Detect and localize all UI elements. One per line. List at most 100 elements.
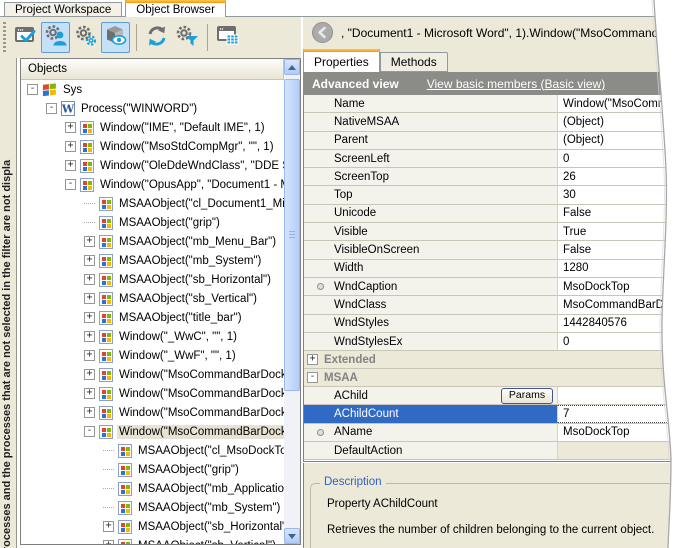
property-row[interactable]: Parent(Object) [304,132,687,150]
tree-item-label[interactable]: MSAAObject("cl_Document1_Micr [117,197,284,211]
tab-properties[interactable]: Properties [303,49,380,72]
expand-toggle-icon[interactable]: + [84,350,95,361]
property-value-cell[interactable]: (Object) [557,113,687,130]
filter-button[interactable] [172,22,201,53]
tree-item[interactable]: - Window("MsoCommandBarDock", " [21,422,284,441]
property-row[interactable]: NativeMSAA(Object) [304,113,687,131]
property-row[interactable]: NameWindow("MsoComm [304,95,687,113]
tree-item[interactable]: MSAAObject("mb_Application" [21,479,284,498]
collapse-toggle-icon[interactable]: - [307,372,318,383]
collapse-toggle-icon[interactable]: - [27,84,38,95]
property-name-cell[interactable]: VisibleOnScreen [304,241,557,258]
tree-item[interactable]: MSAAObject("mb_System") [21,498,284,517]
property-row[interactable]: AChildParams [304,387,687,405]
tree-item-label[interactable]: Window("MsoCommandBarDock", " [117,425,284,439]
tab-object-browser[interactable]: Object Browser [125,0,226,17]
property-row[interactable]: WndClassMsoCommandBarDock [304,296,687,314]
property-value-cell[interactable]: False [557,241,687,258]
property-row[interactable]: VisibleTrue [304,223,687,241]
toolbar-gripper[interactable] [3,22,6,53]
tree-item-label[interactable]: Window("_WwF", "", 1) [117,349,238,363]
property-row[interactable]: ScreenLeft0 [304,150,687,168]
property-row[interactable]: DefaultAction [304,442,687,460]
property-value-cell[interactable]: MsoCommandBarDock [557,296,687,313]
tree-item-label[interactable]: MSAAObject("grip") [117,216,222,230]
tree-item-label[interactable]: Window("OleDdeWndClass", "DDE Ser [98,159,284,173]
expand-toggle-icon[interactable]: + [84,369,95,380]
expand-toggle-icon[interactable]: + [84,293,95,304]
tree-item[interactable]: + MSAAObject("title_bar") [21,308,284,327]
tree-item-label[interactable]: MSAAObject("mb_Application" [136,482,284,496]
property-name-cell[interactable]: ScreenLeft [304,150,557,167]
scroll-up-arrow-icon[interactable] [284,59,300,75]
property-row[interactable]: Width1280 [304,260,687,278]
property-row[interactable]: WndCaptionMsoDockTop [304,278,687,296]
property-name-cell[interactable]: WndStyles [304,315,557,332]
property-row[interactable]: ScreenTop26 [304,168,687,186]
collapse-toggle-icon[interactable]: - [84,426,95,437]
scroll-down-arrow-icon[interactable] [284,528,300,544]
expand-toggle-icon[interactable]: + [65,160,76,171]
expand-toggle-icon[interactable]: + [84,274,95,285]
property-name-cell[interactable]: DefaultAction [304,442,557,459]
expand-toggle-icon[interactable]: + [84,388,95,399]
expand-toggle-icon[interactable]: + [307,354,318,365]
expand-toggle-icon[interactable]: + [84,331,95,342]
property-row[interactable]: WndStyles1442840576 [304,315,687,333]
expand-toggle-icon[interactable]: + [65,122,76,133]
property-name-cell[interactable]: Width [304,260,557,277]
windows-view-button[interactable] [213,22,242,53]
back-button[interactable] [312,22,333,43]
user-processes-button[interactable] [41,22,70,53]
tree-item[interactable]: +MSAAObject("sb_Vertical") [21,289,284,308]
property-value-cell[interactable]: 1280 [557,260,687,277]
tab-project-workspace[interactable]: Project Workspace [4,2,122,17]
tree-item[interactable]: -Sys [21,80,284,99]
property-row[interactable]: WndStylesEx0 [304,333,687,351]
property-group-row[interactable]: +Extended [304,351,687,369]
track-objects-button[interactable] [11,22,40,53]
property-row[interactable]: AChildCount7 [304,405,687,423]
tree-item[interactable]: + Window("IME", "Default IME", 1) [21,118,284,137]
tree-item[interactable]: MSAAObject("cl_Document1_Micr [21,194,284,213]
tree-item-label[interactable]: Window("MsoCommandBarDock", " [117,387,284,401]
property-name-cell[interactable]: AChildParams [304,387,557,404]
property-row[interactable]: Top30 [304,186,687,204]
tree-item-label[interactable]: MSAAObject("title_bar") [117,311,244,325]
property-name-cell[interactable]: WndStylesEx [304,333,557,350]
property-value-cell[interactable]: 7 [557,405,687,422]
property-name-cell[interactable]: Parent [304,132,557,149]
tree-item[interactable]: +Window("MsoStdCompMgr", "", 1) [21,137,284,156]
tree-item-label[interactable]: MSAAObject("sb_Vertical") [136,539,278,545]
property-row[interactable]: UnicodeFalse [304,205,687,223]
system-processes-button[interactable] [71,22,100,53]
tree-item[interactable]: + MSAAObject("sb_Horizontal") [21,517,284,536]
tree-item-label[interactable]: MSAAObject("sb_Horizontal") [136,520,284,534]
expand-toggle-icon[interactable]: + [84,312,95,323]
tree-item[interactable]: +MSAAObject("mb_System") [21,251,284,270]
refresh-button[interactable] [142,22,171,53]
property-name-cell[interactable]: WndCaption [304,278,557,295]
property-value-cell[interactable] [557,442,687,459]
tree-item-label[interactable]: Window("_WwC", "", 1) [117,330,239,344]
collapse-toggle-icon[interactable]: - [46,103,57,114]
property-name-cell[interactable]: AChildCount [304,405,557,422]
property-name-cell[interactable]: WndClass [304,296,557,313]
tree-item-label[interactable]: MSAAObject("grip") [136,463,241,477]
tree-item[interactable]: +MSAAObject("mb_Menu_Bar") [21,232,284,251]
tree-item-label[interactable]: MSAAObject("sb_Horizontal") [117,273,273,287]
tree-item[interactable]: -WProcess("WINWORD") [21,99,284,118]
tree-item-label[interactable]: Window("MsoStdCompMgr", "", 1) [98,140,276,154]
expand-toggle-icon[interactable]: + [103,540,114,544]
scrollbar-thumb[interactable] [284,79,300,391]
tree-item-label[interactable]: Window("OpusApp", "Document1 - Mic [98,178,284,192]
property-name-cell[interactable]: AName [304,424,557,441]
expand-toggle-icon[interactable]: + [103,521,114,532]
property-value-cell[interactable]: 0 [557,150,687,167]
property-row[interactable]: ANameMsoDockTop [304,424,687,442]
property-value-cell[interactable] [557,387,687,404]
property-name-cell[interactable]: Name [304,95,557,112]
expand-toggle-icon[interactable]: + [84,236,95,247]
tree-item-label[interactable]: Process("WINWORD") [79,102,199,116]
tree-item-label[interactable]: Window("IME", "Default IME", 1) [98,121,267,135]
